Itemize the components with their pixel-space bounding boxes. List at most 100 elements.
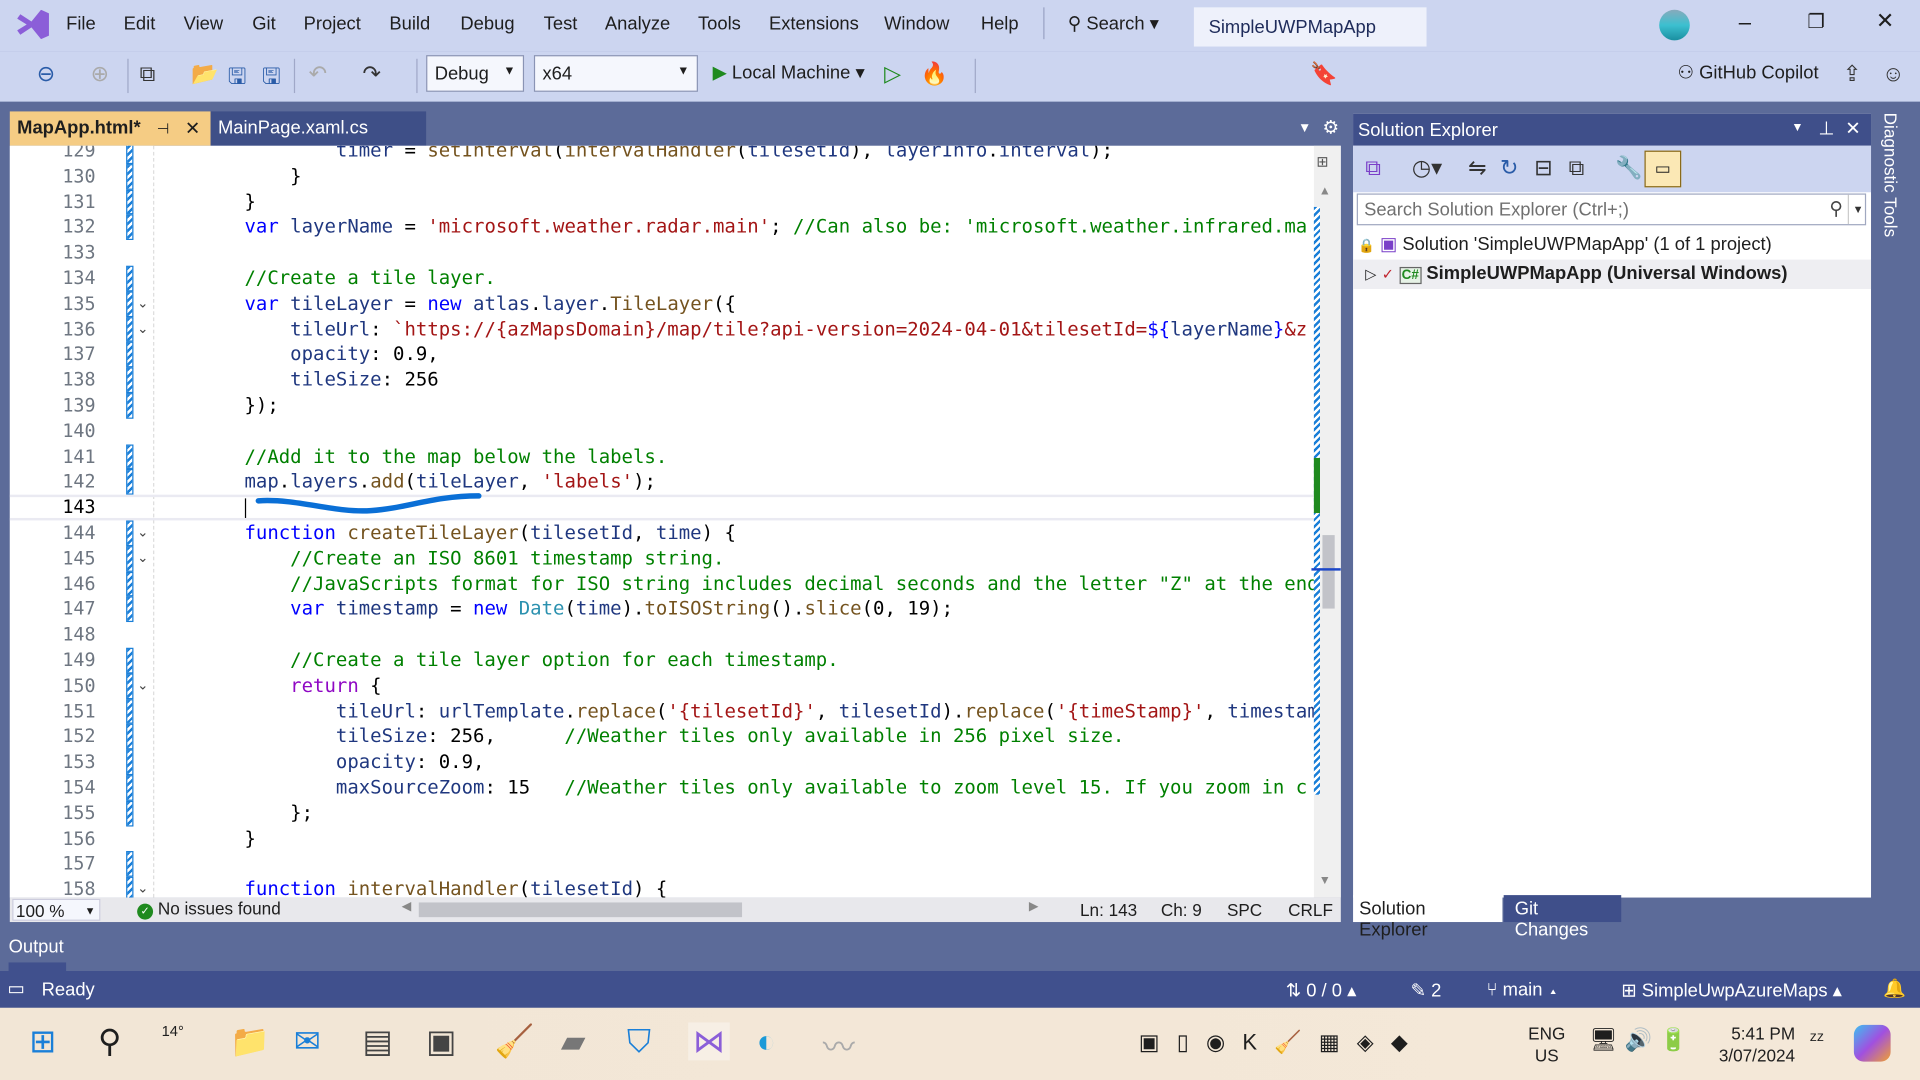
collapse-all-icon[interactable]: ⊟ xyxy=(1534,156,1552,182)
menu-view[interactable]: View xyxy=(184,13,223,34)
whitespace-indicator[interactable]: SPC xyxy=(1227,900,1262,920)
line-indicator[interactable]: Ln: 143 xyxy=(1080,900,1137,920)
code-line[interactable]: var timestamp = new Date(time).toISOStri… xyxy=(153,597,953,622)
focus-icon[interactable]: ᶻᶻ xyxy=(1810,1030,1824,1052)
defender-icon[interactable]: ⛉ xyxy=(627,1022,651,1061)
scroll-up-icon[interactable]: ▲ xyxy=(1319,185,1331,198)
code-line[interactable]: } xyxy=(153,826,255,851)
start-without-debugging-icon[interactable]: ▷ xyxy=(884,61,901,87)
redo-icon[interactable]: ↷ xyxy=(362,61,380,87)
code-line[interactable]: var tileLayer = new atlas.layer.TileLaye… xyxy=(153,291,735,316)
save-all-icon[interactable]: 🖫 xyxy=(262,61,281,98)
fold-toggle-icon[interactable]: ⌄ xyxy=(137,291,148,316)
visual-studio-taskbar-icon[interactable]: ⋈ xyxy=(688,1022,730,1061)
expand-icon[interactable]: ▷ xyxy=(1365,266,1376,283)
platform-select[interactable]: x64 ▼ xyxy=(533,55,698,92)
close-panel-icon[interactable]: ✕ xyxy=(1845,118,1860,140)
menu-window[interactable]: Window xyxy=(884,13,949,34)
sync-status[interactable]: ⇅ 0 / 0 ▴ xyxy=(1286,980,1357,1002)
pending-edits[interactable]: ✎ 2 xyxy=(1411,980,1442,1002)
code-line[interactable]: opacity: 0.9, xyxy=(153,750,485,775)
horizontal-scroll-thumb[interactable] xyxy=(418,902,743,918)
code-line[interactable]: tileUrl: urlTemplate.replace('{tilesetId… xyxy=(153,699,1330,724)
code-line[interactable]: //Create a tile layer. xyxy=(153,266,495,291)
output-tab[interactable]: Output xyxy=(9,937,64,958)
undo-icon[interactable]: ↶ xyxy=(309,61,327,87)
tab-git-changes[interactable]: Git Changes xyxy=(1503,895,1622,940)
terminal-icon[interactable]: ▤ xyxy=(362,1022,392,1060)
menu-help[interactable]: Help xyxy=(981,13,1019,34)
refresh-icon[interactable]: ↻ xyxy=(1500,156,1518,182)
file-explorer-icon[interactable]: 📁 xyxy=(230,1022,270,1060)
repository-selector[interactable]: ⊞ SimpleUwpAzureMaps ▴ xyxy=(1621,980,1842,1002)
hot-reload-icon[interactable]: 🔥 xyxy=(921,61,948,87)
tab-overflow-icon[interactable]: ▼ xyxy=(1298,121,1311,136)
code-line[interactable]: tileSize: 256, //Weather tiles only avai… xyxy=(153,724,1124,749)
save-icon[interactable]: 🖫 xyxy=(228,61,247,98)
tab-solution-explorer[interactable]: Solution Explorer xyxy=(1353,895,1503,940)
copilot-icon[interactable] xyxy=(1853,1024,1891,1062)
scroll-down-icon[interactable]: ▼ xyxy=(1319,874,1331,887)
remote-desktop-icon[interactable]: ▣ xyxy=(426,1022,456,1060)
properties-icon[interactable]: 🔧 xyxy=(1615,156,1642,182)
mail-icon[interactable]: ✉ xyxy=(294,1022,321,1060)
preview-selected-items-icon[interactable]: ▭ xyxy=(1644,150,1682,188)
menu-extensions[interactable]: Extensions xyxy=(769,13,859,34)
share-icon[interactable]: ⇪ xyxy=(1843,61,1861,87)
start-debugging-button[interactable]: ▶ Local Machine ▾ xyxy=(713,61,865,83)
cleaner-icon[interactable]: 🧹 xyxy=(495,1022,535,1060)
pending-changes-filter-icon[interactable]: ◷▾ xyxy=(1412,156,1442,182)
minimize-button[interactable]: – xyxy=(1739,10,1751,36)
code-line[interactable]: } xyxy=(153,164,301,189)
code-line[interactable]: function intervalHandler(tilesetId) { xyxy=(153,877,667,897)
close-button[interactable]: ✕ xyxy=(1876,9,1894,35)
code-line[interactable]: maxSourceZoom: 15 //Weather tiles only a… xyxy=(153,775,1307,800)
fold-toggle-icon[interactable]: ⌄ xyxy=(137,546,148,571)
menu-git[interactable]: Git xyxy=(252,13,275,34)
avatar[interactable] xyxy=(1659,9,1690,41)
code-line[interactable]: //Add it to the map below the labels. xyxy=(153,444,667,469)
search-icon[interactable]: ⚲ xyxy=(1829,197,1842,219)
search-icon[interactable]: ⚲ xyxy=(98,1022,121,1060)
issues-indicator[interactable]: ✓ No issues found xyxy=(137,899,281,920)
solution-node[interactable]: 🔒 ▣ Solution 'SimpleUWPMapApp' (1 of 1 p… xyxy=(1358,233,1772,255)
bookmark-icon[interactable]: 🔖 xyxy=(1310,61,1337,87)
tray-icons[interactable]: ▣▯◉K🧹▦◈◆ xyxy=(1139,1030,1425,1056)
edge-icon[interactable]: ◐ xyxy=(757,1022,776,1060)
code-line[interactable]: opacity: 0.9, xyxy=(153,342,439,367)
language-indicator[interactable]: ENG US xyxy=(1528,1022,1565,1066)
weather-widget[interactable]: 14° xyxy=(162,1022,184,1039)
audio-app-icon[interactable]: 〰 xyxy=(823,1022,855,1067)
menu-project[interactable]: Project xyxy=(304,13,361,34)
code-line[interactable]: }); xyxy=(153,393,278,418)
app-icon[interactable]: ▰ xyxy=(561,1022,585,1060)
back-icon[interactable]: ⊖ xyxy=(37,61,55,87)
code-line[interactable]: //JavaScripts format for ISO string incl… xyxy=(153,571,1318,596)
code-line[interactable]: } xyxy=(153,189,255,214)
forward-icon[interactable]: ⊕ xyxy=(91,61,109,87)
new-project-icon[interactable]: ⧉ xyxy=(140,61,156,87)
open-folder-icon[interactable]: 📂 xyxy=(191,61,218,87)
pin-icon[interactable]: ⊥ xyxy=(1818,118,1834,140)
code-line[interactable]: //Create a tile layer option for each ti… xyxy=(153,648,839,673)
fold-toggle-icon[interactable]: ⌄ xyxy=(137,673,148,698)
restore-button[interactable]: ❐ xyxy=(1807,10,1825,34)
vertical-scrollbar[interactable]: ⊞ ▲ ▼ xyxy=(1311,145,1341,898)
feedback-icon[interactable]: ☺ xyxy=(1882,61,1905,87)
search-button[interactable]: ⚲ Search ▾ xyxy=(1068,12,1159,34)
scroll-thumb[interactable] xyxy=(1322,535,1335,609)
fold-toggle-icon[interactable]: ⌄ xyxy=(137,317,148,342)
code-editor[interactable]: 129 130 131 132 133 134 135 ⌄ 136 ⌄ 137 138 139 140 14… xyxy=(9,145,1341,898)
diagnostic-tools-tab[interactable]: Diagnostic Tools xyxy=(1873,113,1901,260)
tab-mainpage-xaml-cs[interactable]: MainPage.xaml.cs xyxy=(210,111,427,146)
solution-search-input[interactable]: Search Solution Explorer (Ctrl+;) ⚲ ▼ xyxy=(1356,193,1867,226)
tab-mapapp-html[interactable]: MapApp.html* ⊣ ✕ xyxy=(9,111,211,146)
column-indicator[interactable]: Ch: 9 xyxy=(1161,900,1202,920)
clock[interactable]: 5:41 PM 3/07/2024 xyxy=(1712,1022,1795,1066)
project-node[interactable]: ▷ ✓ C# SimpleUWPMapApp (Universal Window… xyxy=(1353,259,1872,289)
settings-icon[interactable]: ⚙ xyxy=(1322,116,1338,139)
github-copilot-button[interactable]: ⚇ GitHub Copilot xyxy=(1678,61,1819,83)
code-line[interactable] xyxy=(9,494,1314,521)
menu-build[interactable]: Build xyxy=(389,13,430,34)
menu-tools[interactable]: Tools xyxy=(698,13,741,34)
